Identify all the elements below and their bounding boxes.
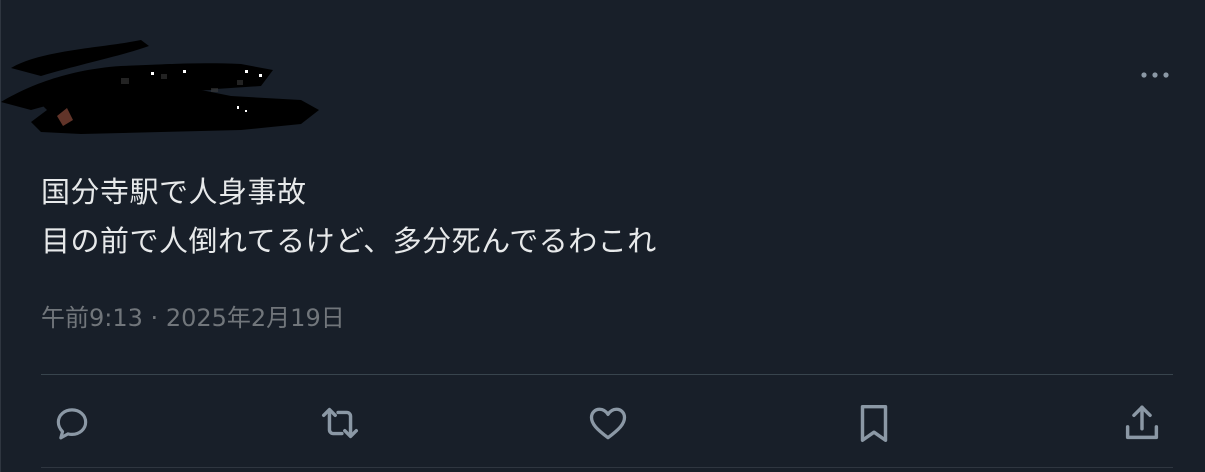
share-button[interactable] bbox=[1117, 398, 1167, 448]
tweet-text-line-2: 目の前で人倒れてるけど、多分死んでるわこれ bbox=[41, 224, 657, 258]
divider bbox=[41, 374, 1173, 375]
bookmark-icon bbox=[860, 404, 888, 442]
retweet-icon bbox=[321, 407, 359, 439]
retweet-button[interactable] bbox=[315, 398, 365, 448]
tweet-text: 国分寺駅で人身事故 目の前で人倒れてるけど、多分死んでるわこれ bbox=[41, 168, 1161, 266]
more-horizontal-icon bbox=[1141, 72, 1169, 78]
bottom-divider bbox=[41, 467, 1173, 468]
like-button[interactable] bbox=[583, 398, 633, 448]
tweet-time[interactable]: 午前9:13 bbox=[41, 304, 143, 332]
tweet-card: 国分寺駅で人身事故 目の前で人倒れてるけど、多分死んでるわこれ 午前9:13 ·… bbox=[0, 0, 1205, 472]
bookmark-button[interactable] bbox=[849, 398, 899, 448]
share-icon bbox=[1125, 405, 1159, 440]
more-options-button[interactable] bbox=[1133, 60, 1177, 90]
reply-button[interactable] bbox=[47, 398, 97, 448]
tweet-date[interactable]: 2025年2月19日 bbox=[166, 304, 345, 332]
reply-icon bbox=[56, 408, 88, 440]
redacted-author-scribble bbox=[1, 40, 319, 134]
heart-icon bbox=[589, 407, 627, 440]
tweet-timestamp[interactable]: 午前9:13 · 2025年2月19日 bbox=[41, 300, 345, 336]
tweet-text-line-1: 国分寺駅で人身事故 bbox=[41, 175, 307, 209]
meta-separator: · bbox=[150, 304, 159, 332]
